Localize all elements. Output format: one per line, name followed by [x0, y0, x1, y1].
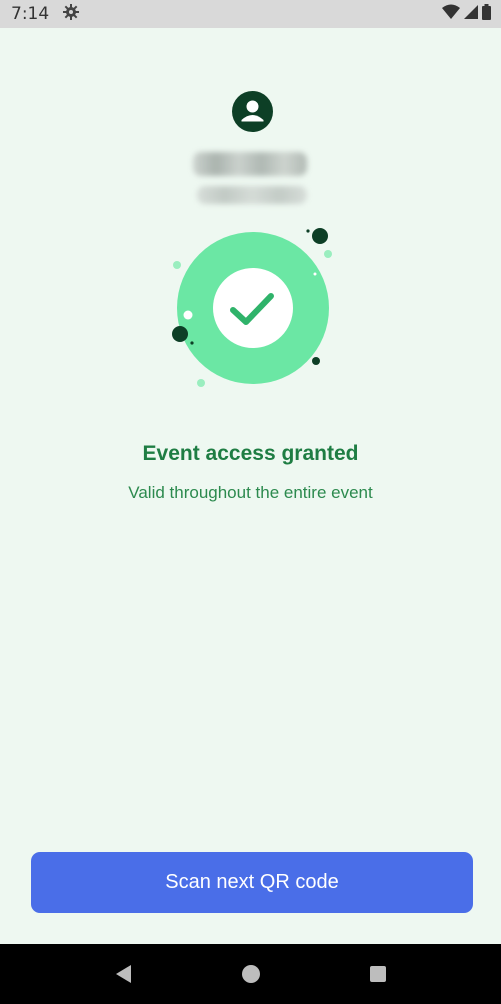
battery-icon [482, 3, 491, 25]
home-icon[interactable] [231, 954, 271, 994]
signal-icon [464, 4, 478, 24]
scan-next-qr-button[interactable]: Scan next QR code [31, 852, 473, 913]
status-clock: 7:14 [11, 4, 50, 24]
app-screen: Event access granted Valid throughout th… [0, 28, 501, 944]
settings-icon [63, 3, 80, 25]
status-bar: 7:14 [0, 0, 501, 28]
person-icon [232, 91, 273, 132]
access-granted-title: Event access granted [142, 442, 359, 465]
access-validity-subtitle: Valid throughout the entire event [128, 483, 373, 502]
back-icon[interactable] [104, 954, 144, 994]
recents-icon[interactable] [358, 954, 398, 994]
attendee-name-redacted [193, 152, 307, 176]
wifi-icon [442, 4, 460, 25]
system-nav-bar [0, 944, 501, 1004]
attendee-phone-redacted [197, 186, 307, 204]
success-badge [160, 228, 340, 398]
